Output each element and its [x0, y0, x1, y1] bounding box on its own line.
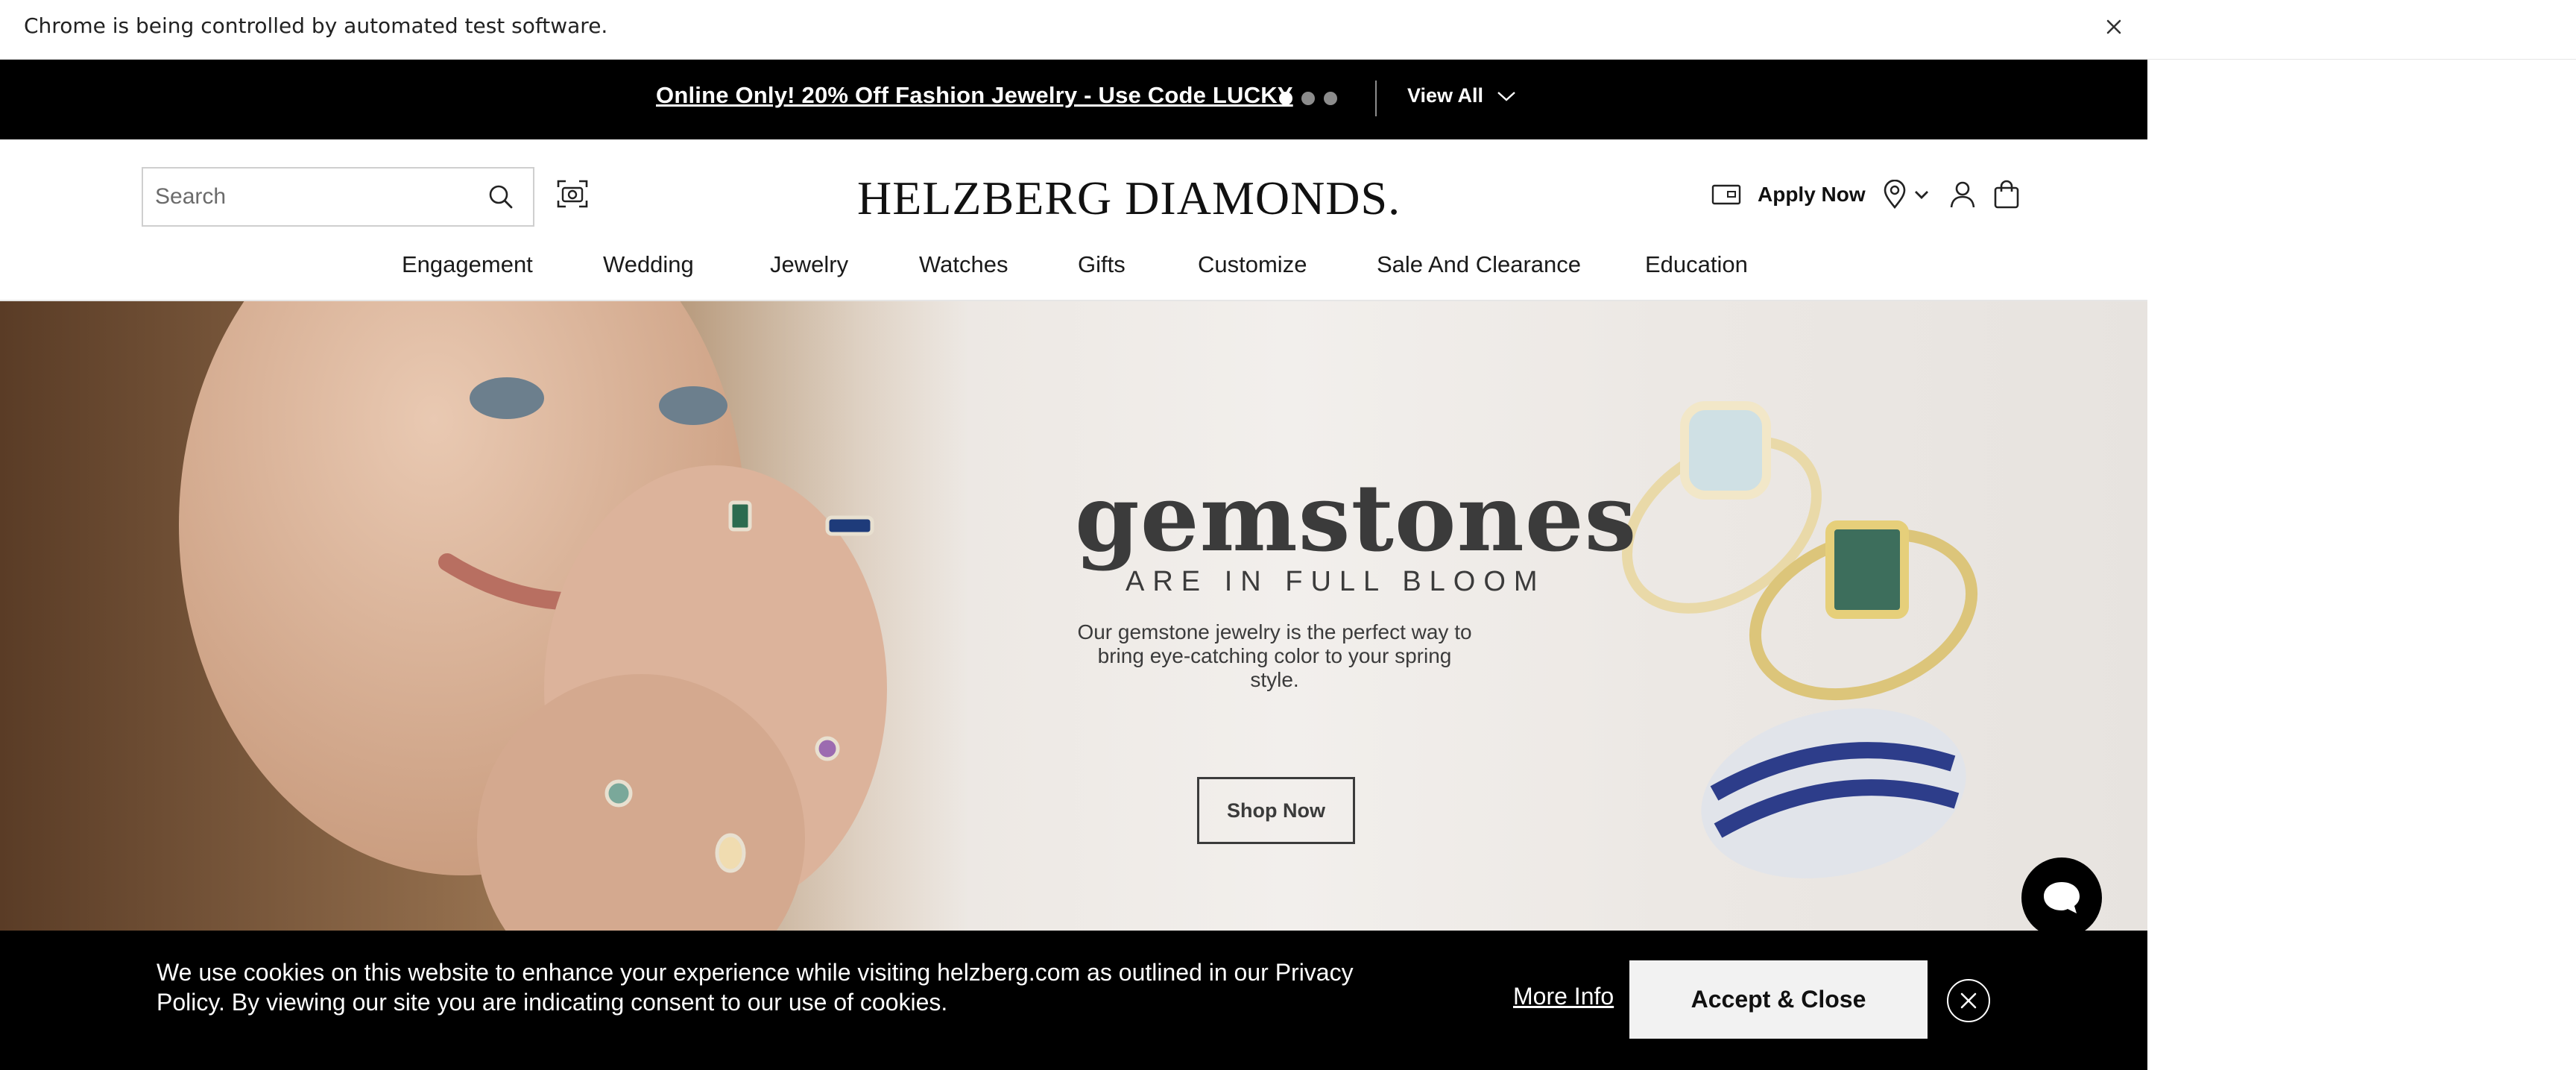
- more-info-link[interactable]: More Info: [1513, 983, 1614, 1010]
- site-header: HELZBERG DIAMONDS. Apply Now Engagement …: [0, 139, 2147, 301]
- close-icon[interactable]: [1947, 979, 1990, 1022]
- promo-divider: [1375, 81, 1377, 116]
- infobar-text: Chrome is being controlled by automated …: [24, 13, 608, 38]
- accept-close-button[interactable]: Accept & Close: [1629, 960, 1928, 1039]
- location-pin-icon[interactable]: [1882, 180, 1907, 210]
- hero-subtitle: ARE IN FULL BLOOM: [1126, 566, 1546, 597]
- shop-now-button[interactable]: Shop Now: [1197, 777, 1355, 844]
- page-viewport: Online Only! 20% Off Fashion Jewelry - U…: [0, 60, 2147, 1070]
- nav-item-education[interactable]: Education: [1645, 251, 1748, 278]
- nav-item-jewelry[interactable]: Jewelry: [770, 251, 848, 278]
- cookie-banner: We use cookies on this website to enhanc…: [0, 931, 2147, 1070]
- nav-item-sale-and-clearance[interactable]: Sale And Clearance: [1377, 251, 1581, 278]
- visual-search-icon[interactable]: [555, 177, 590, 211]
- promo-link[interactable]: Online Only! 20% Off Fashion Jewelry - U…: [656, 82, 1293, 109]
- chat-button[interactable]: [2021, 857, 2102, 938]
- nav-item-customize[interactable]: Customize: [1198, 251, 1307, 278]
- automation-infobar: Chrome is being controlled by automated …: [0, 0, 2576, 60]
- search-icon[interactable]: [486, 182, 516, 212]
- hero-description: Our gemstone jewelry is the perfect way …: [1077, 620, 1472, 691]
- header-utilities: Apply Now: [1711, 178, 2021, 211]
- view-all-label: View All: [1407, 84, 1484, 107]
- hero-title: gemstones: [1075, 465, 1638, 573]
- search-input[interactable]: [155, 169, 476, 225]
- site-logo[interactable]: HELZBERG DIAMONDS.: [857, 171, 1401, 226]
- shopping-bag-icon[interactable]: [1992, 180, 2021, 210]
- credit-card-icon[interactable]: [1711, 183, 1741, 206]
- promo-dot-3[interactable]: [1324, 92, 1337, 105]
- apply-now-link[interactable]: Apply Now: [1758, 183, 1866, 207]
- chat-icon: [2044, 882, 2080, 913]
- hero-rings-image: [1622, 401, 1978, 878]
- promo-dot-2[interactable]: [1301, 92, 1315, 105]
- cookie-message: We use cookies on this website to enhanc…: [157, 959, 1354, 1016]
- user-icon[interactable]: [1949, 180, 1976, 210]
- chevron-down-icon: [1497, 91, 1515, 101]
- nav-item-gifts[interactable]: Gifts: [1078, 251, 1126, 278]
- view-all-button[interactable]: View All: [1407, 84, 1516, 107]
- hero-model-image: [0, 301, 969, 992]
- promo-pagination: [1279, 92, 1337, 105]
- nav-item-wedding[interactable]: Wedding: [603, 251, 694, 278]
- search-bar: [142, 167, 534, 227]
- nav-item-engagement[interactable]: Engagement: [402, 251, 533, 278]
- promo-banner: Online Only! 20% Off Fashion Jewelry - U…: [0, 60, 2147, 139]
- promo-dot-1[interactable]: [1279, 92, 1292, 105]
- hero-banner[interactable]: gemstones ARE IN FULL BLOOM Our gemstone…: [0, 301, 2147, 992]
- main-navigation: Engagement Wedding Jewelry Watches Gifts…: [0, 251, 2147, 293]
- nav-item-watches[interactable]: Watches: [919, 251, 1008, 278]
- blank-area: [2147, 60, 2576, 1070]
- close-icon[interactable]: [2099, 12, 2129, 42]
- chevron-down-icon[interactable]: [1913, 186, 1930, 203]
